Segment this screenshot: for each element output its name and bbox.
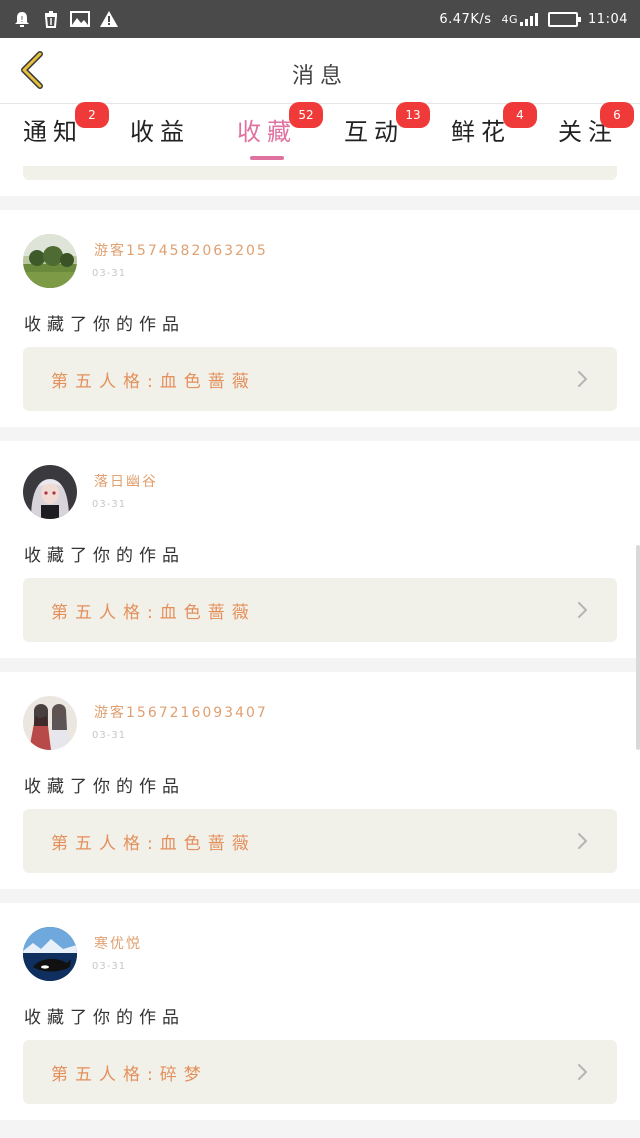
svg-text:!: ! — [20, 15, 23, 24]
chevron-right-icon — [578, 833, 587, 849]
tab-bar: 通知 2 收益 收藏 52 互动 13 鲜花 4 关注 6 — [0, 102, 640, 166]
message-date: 03-31 — [92, 730, 127, 741]
work-title: 第五人格:血色蔷薇 — [51, 834, 256, 854]
work-card[interactable]: 第五人格:血色蔷薇 — [23, 347, 617, 411]
battery-icon — [548, 11, 582, 27]
message-text: 收藏了你的作品 — [24, 546, 185, 566]
tab-badge: 2 — [75, 102, 109, 128]
status-bar: ! 6.47K/s 4G 11:04 — [0, 0, 640, 38]
message-text: 收藏了你的作品 — [24, 315, 185, 335]
message-text: 收藏了你的作品 — [24, 1008, 185, 1028]
net-speed: 6.47K/s — [439, 11, 492, 27]
work-title: 第五人格:碎梦 — [51, 1065, 208, 1085]
work-title: 第五人格:血色蔷薇 — [51, 372, 256, 392]
username[interactable]: 落日幽谷 — [94, 471, 158, 491]
work-card[interactable]: 第五人格:血色蔷薇 — [23, 809, 617, 873]
trash-icon — [41, 9, 61, 29]
header: 消息 — [0, 38, 640, 104]
chevron-right-icon — [578, 371, 587, 387]
username[interactable]: 游客1567216093407 — [94, 702, 268, 722]
notification-icons: ! — [12, 9, 119, 29]
network-type: 4G — [502, 12, 539, 26]
message-item: 游客1574582063205 03-31 收藏了你的作品 第五人格:血色蔷薇 — [0, 210, 640, 427]
user-avatar[interactable] — [23, 696, 77, 750]
message-item: 游客1567216093407 03-31 收藏了你的作品 第五人格:血色蔷薇 — [0, 672, 640, 889]
tab-favorites[interactable]: 收藏 52 — [227, 102, 323, 160]
tab-earnings[interactable]: 收益 — [120, 114, 200, 150]
network-label: 4G — [501, 13, 519, 26]
previous-message-tail — [0, 166, 640, 196]
username[interactable]: 寒优悦 — [94, 933, 142, 953]
user-avatar[interactable] — [23, 234, 77, 288]
tab-notifications[interactable]: 通知 2 — [13, 102, 109, 150]
anime-couple-avatar-icon — [23, 696, 77, 750]
work-card[interactable]: 第五人格:血色蔷薇 — [23, 578, 617, 642]
landscape-avatar-icon — [23, 234, 77, 288]
message-item: 寒优悦 03-31 收藏了你的作品 第五人格:碎梦 — [0, 903, 640, 1120]
tab-label: 收益 — [130, 118, 190, 146]
tab-underline — [250, 156, 284, 160]
user-avatar[interactable] — [23, 927, 77, 981]
tab-badge: 13 — [396, 102, 430, 128]
user-avatar[interactable] — [23, 465, 77, 519]
work-card-tail[interactable] — [23, 166, 617, 180]
message-date: 03-31 — [92, 961, 127, 972]
tab-badge: 52 — [289, 102, 323, 128]
anime-girl-avatar-icon — [23, 465, 77, 519]
message-date: 03-31 — [92, 499, 127, 510]
tab-badge: 6 — [600, 102, 634, 128]
message-text: 收藏了你的作品 — [24, 777, 185, 797]
chevron-right-icon — [578, 602, 587, 618]
page-title: 消息 — [291, 64, 348, 89]
warning-icon — [99, 9, 119, 29]
tab-interactions[interactable]: 互动 13 — [334, 102, 430, 150]
orca-avatar-icon — [23, 927, 77, 981]
message-date: 03-31 — [92, 268, 127, 279]
tab-follows[interactable]: 关注 6 — [548, 102, 634, 150]
tab-badge: 4 — [503, 102, 537, 128]
signal-icon — [520, 12, 539, 26]
message-item: 落日幽谷 03-31 收藏了你的作品 第五人格:血色蔷薇 — [0, 441, 640, 658]
image-icon — [70, 9, 90, 29]
tab-flowers[interactable]: 鲜花 4 — [441, 102, 537, 150]
clock: 11:04 — [588, 11, 628, 27]
work-title: 第五人格:血色蔷薇 — [51, 603, 256, 623]
alarm-icon: ! — [12, 9, 32, 29]
chevron-right-icon — [578, 1064, 587, 1080]
scrollbar[interactable] — [636, 545, 640, 750]
work-card[interactable]: 第五人格:碎梦 — [23, 1040, 617, 1104]
username[interactable]: 游客1574582063205 — [94, 240, 268, 260]
